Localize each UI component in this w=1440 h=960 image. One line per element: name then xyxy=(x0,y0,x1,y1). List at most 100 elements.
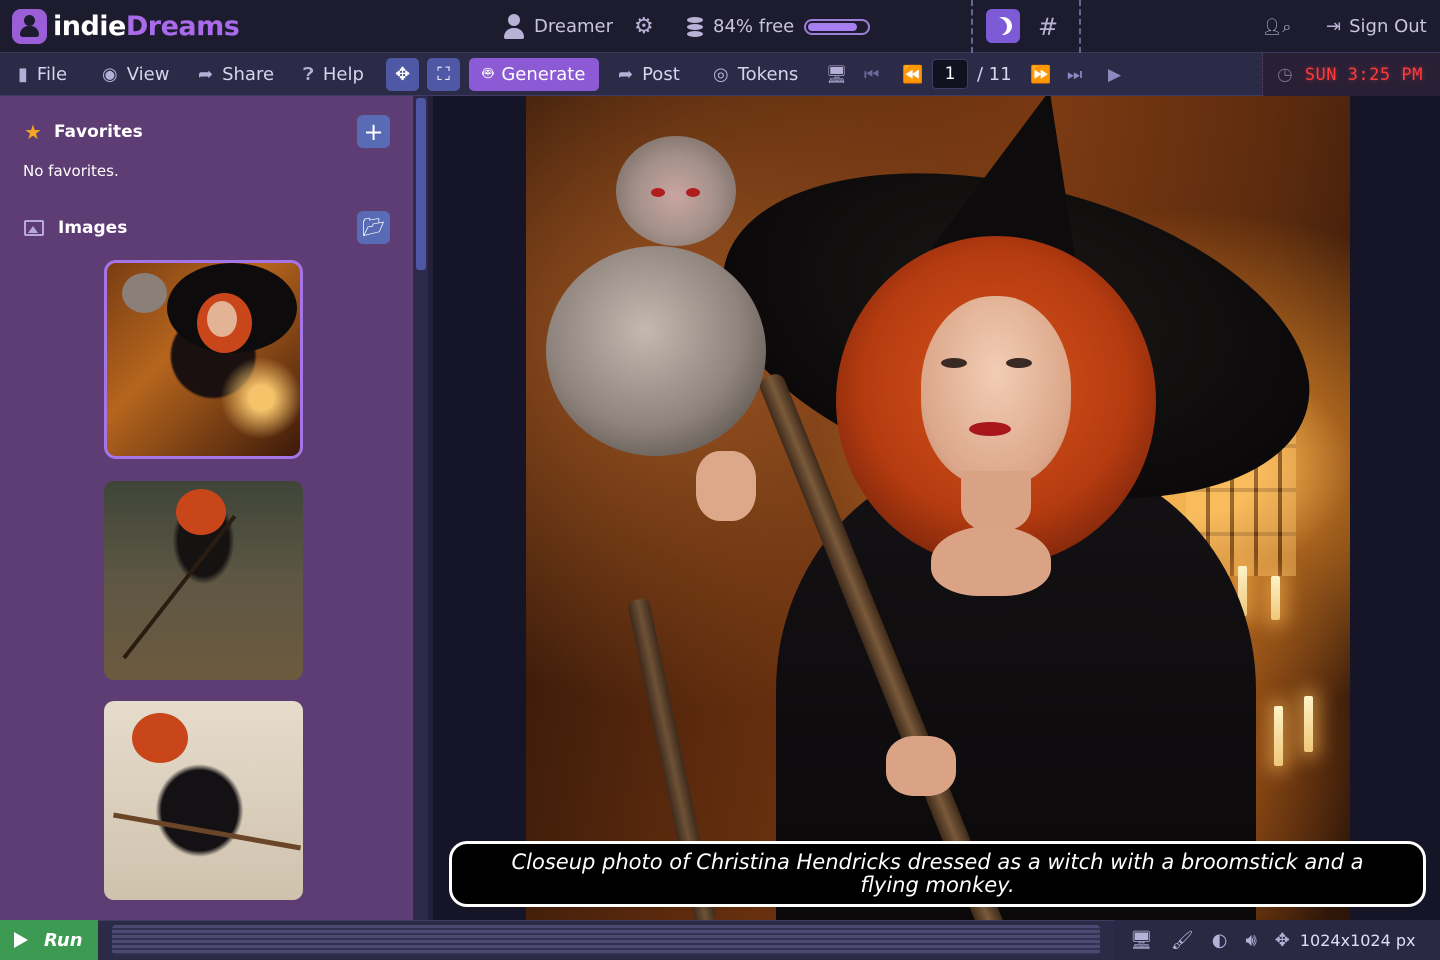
page-total: / 11 xyxy=(977,53,1012,96)
robot-icon: 🤖︎ xyxy=(482,63,494,84)
moon-icon xyxy=(991,14,1014,37)
play-icon: ▶ xyxy=(1108,64,1121,85)
plus-icon: + xyxy=(363,117,384,146)
menu-tokens-label: Tokens xyxy=(737,64,799,85)
clock-text: SUN 3:25 PM xyxy=(1304,64,1423,85)
rewind-icon: ⏪ xyxy=(902,64,923,85)
move-icon: ✥ xyxy=(1274,929,1290,951)
top-bar: indieDreams Dreamer ⚙ 84% free # 👤︎⌕ ⇥ S… xyxy=(0,0,1440,53)
storage-label: 84% free xyxy=(713,16,795,37)
user-icon xyxy=(504,13,524,40)
generate-label: Generate xyxy=(501,64,586,85)
storage-indicator: 84% free xyxy=(687,0,871,53)
fullscreen-button[interactable]: ⛶ xyxy=(427,58,460,91)
favorites-empty-text: No favorites. xyxy=(23,162,119,180)
logo-text-indie: indie xyxy=(53,11,126,42)
user-search-button[interactable]: 👤︎⌕ xyxy=(1262,0,1299,53)
image-thumbnail[interactable] xyxy=(104,701,303,900)
menu-share[interactable]: ➦ Share xyxy=(198,53,274,96)
sign-out-label: Sign Out xyxy=(1349,16,1427,37)
user-search-icon: 👤︎⌕ xyxy=(1262,16,1292,36)
database-icon xyxy=(687,16,703,37)
hash-button[interactable]: # xyxy=(1038,0,1058,53)
user-menu[interactable]: Dreamer xyxy=(504,0,613,53)
fast-forward-icon: ⏩ xyxy=(1030,64,1051,85)
logo-text-dreams: Dreams xyxy=(125,11,240,42)
image-caption: Closeup photo of Christina Hendricks dre… xyxy=(449,841,1426,907)
star-icon: ★ xyxy=(24,120,42,144)
app-logo[interactable]: indieDreams xyxy=(12,9,240,44)
menu-tokens[interactable]: ◎ Tokens xyxy=(713,53,798,96)
share-icon: ➦ xyxy=(198,64,214,85)
first-page-button[interactable]: ⏮ xyxy=(864,53,879,96)
post-icon: ➦ xyxy=(618,64,634,85)
menu-post-label: Post xyxy=(642,64,680,85)
monitor-icon: 🖥︎ xyxy=(826,64,848,85)
image-icon xyxy=(24,220,44,236)
menu-post[interactable]: ➦ Post xyxy=(618,53,680,96)
clock-icon: ◷ xyxy=(1277,64,1293,85)
images-header: Images xyxy=(24,218,127,238)
open-folder-button[interactable]: 📂︎ xyxy=(357,211,390,244)
status-area: 🖥︎ 🖌︎ ◐ 🔊︎ ✥ 1024x1024 px xyxy=(1114,920,1440,960)
skip-last-icon: ⏭ xyxy=(1067,64,1082,85)
images-title: Images xyxy=(58,218,128,238)
last-page-button[interactable]: ⏭ xyxy=(1067,53,1082,96)
generate-button[interactable]: 🤖︎ Generate xyxy=(469,58,599,91)
theme-toggle-button[interactable] xyxy=(986,9,1020,43)
user-name: Dreamer xyxy=(534,16,613,37)
logo-badge-icon xyxy=(12,9,47,44)
storage-bar xyxy=(804,18,871,35)
page-number-input[interactable]: 1 xyxy=(932,59,968,89)
help-icon: ❓︎ xyxy=(303,64,314,85)
favorites-header: ★ Favorites xyxy=(24,120,143,144)
volume-icon[interactable]: 🔊︎ xyxy=(1245,930,1256,951)
generated-image[interactable] xyxy=(526,96,1350,920)
coins-icon: ◎ xyxy=(713,64,729,85)
logo-text: indieDreams xyxy=(53,11,240,42)
clock: ◷ SUN 3:25 PM xyxy=(1262,53,1440,96)
move-icon: ✥ xyxy=(394,64,411,85)
next-page-button[interactable]: ⏩ xyxy=(1030,53,1051,96)
contrast-icon[interactable]: ◐ xyxy=(1212,930,1228,951)
sidebar-scrollbar-thumb[interactable] xyxy=(416,98,426,270)
page-total-label: / 11 xyxy=(977,64,1012,85)
monitor-icon[interactable]: 🖥︎ xyxy=(1130,930,1153,951)
gear-icon: ⚙ xyxy=(634,14,654,39)
image-thumbnail[interactable] xyxy=(104,481,303,680)
skip-first-icon: ⏮ xyxy=(864,64,879,85)
page-current: 1 xyxy=(944,64,956,84)
menu-file-label: File xyxy=(36,64,68,85)
run-label: Run xyxy=(44,929,83,951)
menu-view[interactable]: ◉ View xyxy=(102,53,169,96)
image-thumbnail[interactable] xyxy=(104,260,303,459)
add-favorite-button[interactable]: + xyxy=(357,115,390,148)
resolution-label: 1024x1024 px xyxy=(1299,930,1416,950)
sign-out-icon: ⇥ xyxy=(1326,16,1342,37)
prev-page-button[interactable]: ⏪ xyxy=(902,53,923,96)
caption-text: Closeup photo of Christina Hendricks dre… xyxy=(511,850,1364,897)
hash-icon: # xyxy=(1038,12,1059,41)
display-button[interactable]: 🖥︎ xyxy=(826,53,848,96)
menu-view-label: View xyxy=(126,64,170,85)
menu-file[interactable]: ▮ File xyxy=(18,53,67,96)
file-icon: ▮ xyxy=(18,64,28,85)
progress-bar xyxy=(112,925,1100,955)
eye-icon: ◉ xyxy=(102,64,118,85)
menu-help-label: Help xyxy=(322,64,364,85)
divider xyxy=(971,0,973,53)
run-button[interactable]: Run xyxy=(0,920,98,960)
folder-open-icon: 📂︎ xyxy=(362,217,385,238)
brush-icon[interactable]: 🖌︎ xyxy=(1171,930,1194,951)
move-tool-button[interactable]: ✥ xyxy=(386,58,419,91)
divider xyxy=(1079,0,1081,53)
play-button[interactable]: ▶ xyxy=(1108,53,1121,96)
play-icon xyxy=(14,932,28,948)
menu-share-label: Share xyxy=(222,64,275,85)
favorites-title: Favorites xyxy=(53,122,143,142)
menu-help[interactable]: ❓︎ Help xyxy=(303,53,364,96)
fullscreen-icon: ⛶ xyxy=(437,64,450,85)
sign-out-button[interactable]: ⇥ Sign Out xyxy=(1326,0,1427,53)
settings-button[interactable]: ⚙ xyxy=(634,0,662,53)
storage-bar-fill xyxy=(808,22,857,31)
